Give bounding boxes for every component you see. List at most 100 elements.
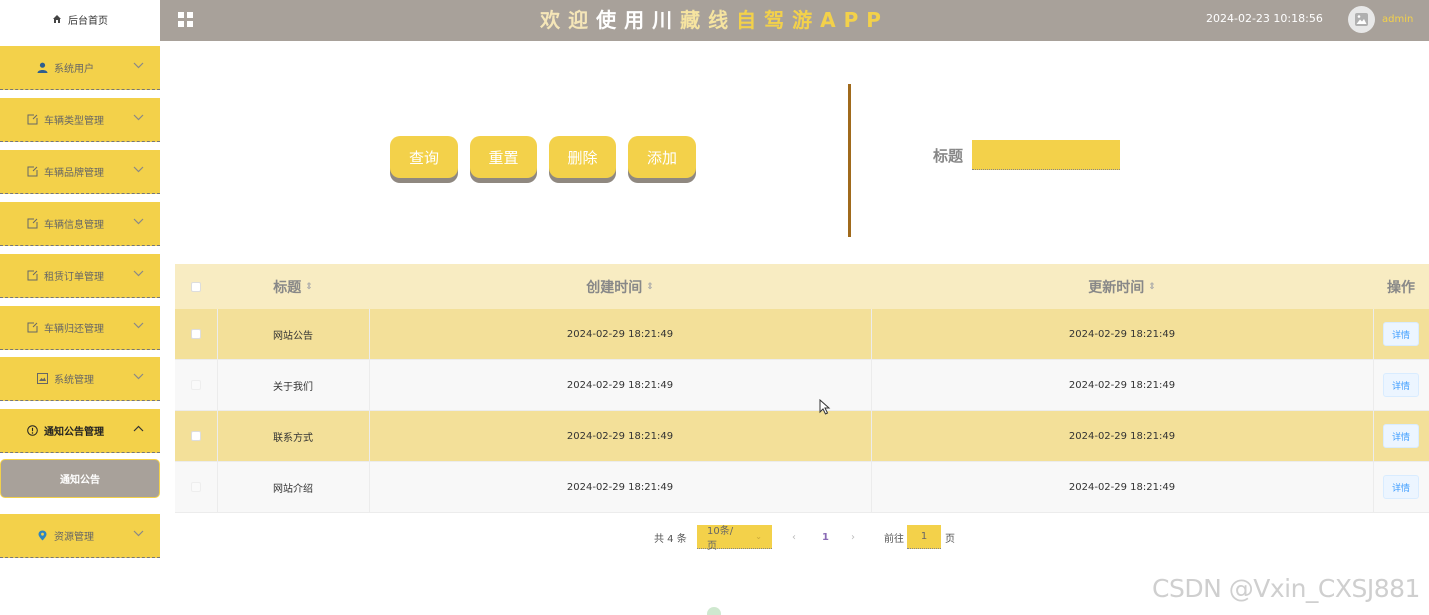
cell-created: 2024-02-29 18:21:49 — [566, 430, 674, 442]
edit-doc-icon — [26, 322, 38, 334]
page-size-value: 10条/页 — [707, 525, 734, 552]
sidebar-home[interactable]: 后台首页 — [0, 0, 160, 38]
info-circle-icon — [26, 425, 38, 437]
edit-doc-icon — [26, 218, 38, 230]
cell-title: 关于我们 — [273, 381, 313, 393]
add-button[interactable]: 添加 — [628, 136, 696, 178]
table-row: 网站介绍 2024-02-29 18:21:49 2024-02-29 18:21:… — [175, 462, 1429, 513]
sidebar-item-label: 系统管理 — [54, 375, 94, 386]
cell-updated: 2024-02-29 18:21:49 — [1068, 379, 1176, 391]
sidebar-item-vehicle-info[interactable]: 车辆信息管理 — [0, 202, 160, 246]
row-checkbox[interactable] — [191, 482, 201, 492]
sort-icon[interactable]: ⇕ — [646, 282, 654, 292]
chevron-down-icon — [133, 269, 144, 280]
column-header-label: 操作 — [1387, 279, 1415, 296]
cell-created: 2024-02-29 18:21:49 — [566, 328, 674, 340]
avatar[interactable] — [1348, 6, 1375, 33]
menu-grid-icon[interactable] — [178, 12, 193, 27]
sidebar-item-announcement-management[interactable]: 通知公告管理 — [0, 409, 160, 453]
sidebar-item-label: 车辆归还管理 — [44, 324, 104, 335]
reset-button[interactable]: 重置 — [470, 136, 537, 178]
cell-updated: 2024-02-29 18:21:49 — [1068, 481, 1176, 493]
sidebar-item-system-users[interactable]: 系统用户 — [0, 46, 160, 90]
cell-title: 联系方式 — [273, 432, 313, 444]
table-header: 标题 ⇕ 创建时间 ⇕ 更新时间 ⇕ 操作 — [175, 264, 1429, 309]
goto-page-input[interactable]: 1 — [907, 525, 941, 549]
sidebar-home-label: 后台首页 — [68, 15, 108, 27]
column-header-updated[interactable]: 更新时间 ⇕ — [871, 264, 1373, 309]
prev-page-button[interactable]: ‹ — [792, 525, 796, 549]
pagination: 共 4 条 10条/页 ⌄ ‹ 1 › 前往 1 页 — [0, 525, 1429, 552]
sidebar-subitem-announcements[interactable]: 通知公告 — [0, 459, 160, 498]
next-page-button[interactable]: › — [851, 525, 855, 549]
sidebar-item-label: 车辆品牌管理 — [44, 168, 104, 179]
sidebar-item-label: 通知公告管理 — [44, 427, 104, 438]
page-suffix: 页 — [945, 533, 955, 545]
image-placeholder-icon — [1354, 12, 1369, 27]
chevron-down-icon: ⌄ — [755, 532, 762, 541]
search-title-input[interactable] — [972, 140, 1120, 170]
app-root: 后台首页 系统用户 车辆类型管理 车辆品牌管理 车辆信息管理 租赁订单管理 车辆… — [0, 0, 1429, 615]
chevron-down-icon — [133, 217, 144, 228]
chevron-down-icon — [133, 113, 144, 124]
detail-button[interactable]: 详情 — [1383, 322, 1419, 346]
sidebar-item-label: 车辆信息管理 — [44, 220, 104, 231]
home-icon — [52, 14, 62, 24]
picture-icon — [36, 373, 48, 385]
column-header-created[interactable]: 创建时间 ⇕ — [369, 264, 871, 309]
chevron-up-icon — [133, 424, 144, 435]
table-row: 联系方式 2024-02-29 18:21:49 2024-02-29 18:21:… — [175, 411, 1429, 462]
row-checkbox[interactable] — [191, 431, 201, 441]
sidebar-item-rental-orders[interactable]: 租赁订单管理 — [0, 254, 160, 298]
column-header-label: 标题 — [273, 279, 302, 296]
detail-button[interactable]: 详情 — [1383, 373, 1419, 397]
search-title-label: 标题 — [933, 147, 964, 165]
table-row: 网站公告 2024-02-29 18:21:49 2024-02-29 18:21:… — [175, 309, 1429, 360]
row-checkbox[interactable] — [191, 329, 201, 339]
delete-button[interactable]: 删除 — [549, 136, 616, 178]
sort-icon[interactable]: ⇕ — [305, 282, 313, 292]
sidebar-item-vehicle-brands[interactable]: 车辆品牌管理 — [0, 150, 160, 194]
goto-label: 前往 — [884, 533, 904, 545]
table-row: 关于我们 2024-02-29 18:21:49 2024-02-29 18:21:… — [175, 360, 1429, 411]
current-page-number[interactable]: 1 — [822, 525, 829, 549]
column-header-label: 创建时间 — [586, 279, 643, 296]
sort-icon[interactable]: ⇕ — [1148, 282, 1156, 292]
header-datetime: 2024-02-23 10:18:56 — [1206, 12, 1323, 25]
sidebar-item-system-management[interactable]: 系统管理 — [0, 357, 160, 401]
sidebar-subitem-label: 通知公告 — [60, 475, 100, 486]
sidebar-item-label: 系统用户 — [54, 64, 94, 75]
row-checkbox[interactable] — [191, 380, 201, 390]
chevron-down-icon — [133, 165, 144, 176]
vertical-divider — [848, 84, 851, 237]
detail-button[interactable]: 详情 — [1383, 424, 1419, 448]
page-size-select[interactable]: 10条/页 ⌄ — [697, 525, 772, 552]
cell-title: 网站介绍 — [273, 483, 313, 495]
select-all-checkbox[interactable] — [191, 281, 201, 292]
edit-doc-icon — [26, 270, 38, 282]
header-username[interactable]: admin — [1382, 0, 1413, 41]
sidebar: 后台首页 系统用户 车辆类型管理 车辆品牌管理 车辆信息管理 租赁订单管理 车辆… — [0, 0, 160, 615]
user-icon — [36, 62, 48, 74]
edit-doc-icon — [26, 114, 38, 126]
pagination-total: 共 4 条 — [654, 533, 687, 545]
edit-doc-icon — [26, 166, 38, 178]
floating-dot-icon — [707, 607, 721, 615]
cell-title: 网站公告 — [273, 330, 313, 342]
cell-updated: 2024-02-29 18:21:49 — [1068, 328, 1176, 340]
chevron-down-icon — [133, 372, 144, 383]
sidebar-item-vehicle-returns[interactable]: 车辆归还管理 — [0, 306, 160, 350]
chevron-down-icon — [133, 321, 144, 332]
column-header-ops: 操作 — [1373, 264, 1429, 309]
column-header-label: 更新时间 — [1088, 279, 1145, 296]
column-header-title[interactable]: 标题 ⇕ — [217, 264, 369, 309]
detail-button[interactable]: 详情 — [1383, 475, 1419, 499]
sidebar-item-label: 车辆类型管理 — [44, 116, 104, 127]
chevron-down-icon — [133, 61, 144, 72]
sidebar-item-vehicle-types[interactable]: 车辆类型管理 — [0, 98, 160, 142]
cell-created: 2024-02-29 18:21:49 — [566, 379, 674, 391]
query-button[interactable]: 查询 — [390, 136, 458, 178]
watermark: CSDN @Vxin_CXSJ881 — [1152, 574, 1420, 603]
mouse-cursor-icon — [819, 398, 831, 418]
cell-updated: 2024-02-29 18:21:49 — [1068, 430, 1176, 442]
